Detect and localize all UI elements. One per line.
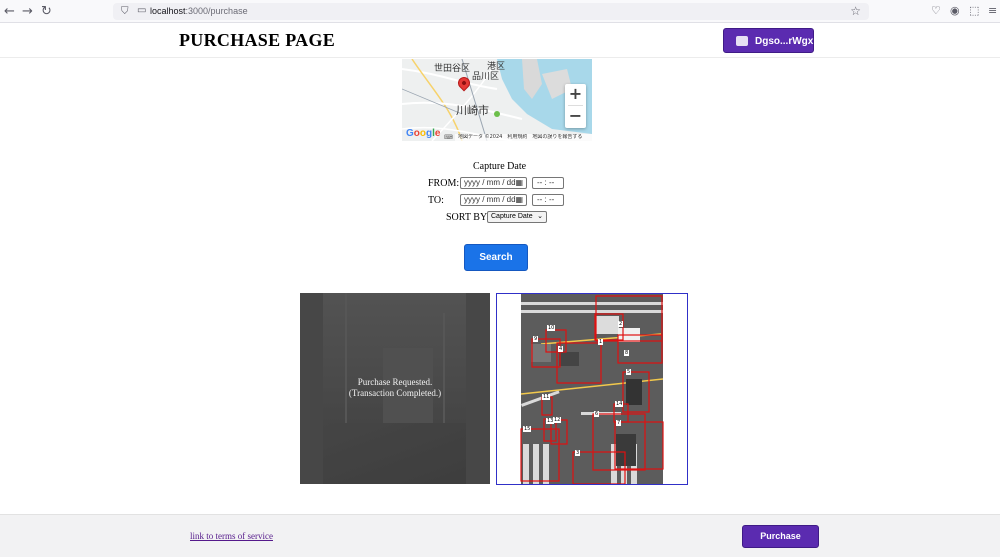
detection-box-label: 2 [618, 321, 624, 327]
browser-toolbar: ← → ↻ ⛉ ▭ localhost:3000/purchase ☆ ♡ ◉ … [0, 0, 1000, 23]
wallet-icon [736, 36, 748, 46]
sort-by-label: SORT BY: [446, 212, 490, 223]
purchase-status-text: Purchase Requested. (Transaction Complet… [300, 377, 490, 399]
detection-box-label: 10 [547, 325, 556, 331]
page-header: PURCHASE PAGE Dgso...rWgx [0, 23, 1000, 58]
wallet-address: Dgso...rWgx [755, 36, 814, 47]
address-bar[interactable]: ⛉ ▭ localhost:3000/purchase ☆ [113, 3, 869, 20]
calendar-icon[interactable]: ▦ [515, 195, 523, 204]
arrow-right-icon[interactable]: → [22, 5, 33, 18]
detection-box [622, 371, 650, 413]
sort-by-select[interactable]: Capture Date ⌄ [487, 211, 547, 223]
to-date-placeholder: yyyy / mm / dd [464, 195, 516, 204]
from-date-input[interactable]: yyyy / mm / dd ▦ [460, 177, 527, 189]
purchase-status-line2: (Transaction Completed.) [348, 388, 442, 398]
from-date-placeholder: yyyy / mm / dd [464, 178, 516, 187]
detection-box-label: 3 [575, 450, 581, 456]
detection-box-label: 4 [558, 346, 564, 352]
chevron-down-icon: ⌄ [537, 212, 543, 220]
detection-box [614, 421, 664, 470]
detection-box-label: 1 [598, 339, 604, 345]
detection-box [556, 342, 602, 384]
from-label: FROM: [428, 178, 460, 189]
result-card-purchased[interactable]: Purchase Requested. (Transaction Complet… [300, 293, 490, 484]
keyboard-icon[interactable]: ⌨ [444, 134, 453, 141]
wallet-button[interactable]: Dgso...rWgx [723, 28, 814, 53]
to-date-input[interactable]: yyyy / mm / dd ▦ [460, 194, 527, 206]
shield-icon[interactable]: ⛉ [121, 6, 129, 17]
map-zoom-control: + − [565, 84, 586, 128]
detection-box-label: 9 [533, 336, 539, 342]
extensions-icon[interactable]: ⬚ [969, 5, 979, 17]
bookmark-star-icon[interactable]: ☆ [850, 4, 861, 18]
calendar-icon[interactable]: ▦ [515, 178, 523, 187]
account-icon[interactable]: ◉ [950, 5, 960, 17]
map-attribution[interactable]: 地図データ ©2024 利用規約 地図の誤りを報告する [455, 134, 592, 141]
map-label-kawasaki: 川崎市 [456, 104, 489, 117]
sort-by-value: Capture Date [491, 213, 533, 220]
search-button[interactable]: Search [464, 244, 528, 271]
detection-box-label: 7 [616, 420, 622, 426]
arrow-left-icon[interactable]: ← [4, 5, 15, 18]
page-icon: ▭ [137, 5, 147, 16]
to-time-input[interactable]: -- : -- [532, 194, 564, 206]
from-time-input[interactable]: -- : -- [532, 177, 564, 189]
url-text[interactable]: localhost:3000/purchase [150, 6, 248, 16]
detection-box-label: 5 [626, 369, 632, 375]
detection-box [520, 428, 560, 482]
pocket-icon[interactable]: ♡ [931, 5, 941, 17]
detection-box-label: 8 [624, 350, 630, 356]
to-label: TO: [428, 195, 444, 206]
google-logo: Google [406, 128, 441, 139]
url-path: :3000/purchase [185, 6, 248, 16]
terms-of-service-link[interactable]: link to terms of service [190, 531, 273, 541]
detection-box [594, 313, 624, 341]
zoom-in-button[interactable]: + [565, 84, 586, 105]
page-footer: link to terms of service Purchase [0, 514, 1000, 557]
map-label-setagaya: 世田谷区 [434, 64, 471, 74]
detection-box-label: 15 [523, 426, 532, 432]
purchase-status-line1: Purchase Requested. [357, 377, 433, 387]
map-label-shinagawa: 品川区 [472, 72, 500, 82]
detection-box [617, 334, 663, 364]
detection-box-label: 11 [542, 394, 551, 400]
url-host: localhost [150, 6, 186, 16]
purchase-button[interactable]: Purchase [742, 525, 819, 548]
detection-box [572, 451, 626, 484]
detection-box-label: 12 [553, 417, 562, 423]
capture-date-heading: Capture Date [473, 161, 527, 172]
zoom-out-button[interactable]: − [565, 106, 586, 127]
reload-icon[interactable]: ↻ [41, 5, 52, 18]
detection-box-label: 6 [594, 411, 600, 417]
detection-box-label: 14 [615, 401, 624, 407]
detection-box [595, 295, 663, 342]
menu-icon[interactable]: ≡ [988, 5, 997, 17]
detection-overlay [520, 295, 664, 484]
result-card-selected[interactable]: 10 2 9 4 1 8 5 14 11 13 12 15 6 7 3 [496, 293, 688, 485]
page-title: PURCHASE PAGE [179, 30, 336, 50]
